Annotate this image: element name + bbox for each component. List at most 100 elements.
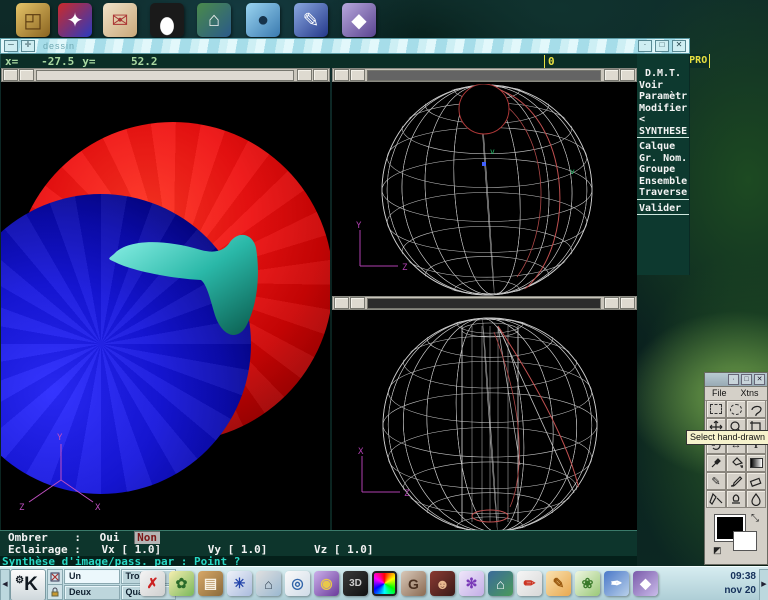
photo-portrait-icon[interactable]: ☻ bbox=[430, 571, 455, 596]
menu-item-param-tr[interactable]: Paramètr bbox=[637, 91, 689, 103]
gimp-wilber-icon[interactable]: G bbox=[401, 571, 426, 596]
tool-pencil[interactable]: ✎ bbox=[706, 472, 726, 490]
gimp-minimize-button[interactable]: · bbox=[728, 374, 739, 385]
minimize-button[interactable]: · bbox=[638, 40, 652, 52]
leaf-brush-icon[interactable]: ❀ bbox=[575, 571, 600, 596]
close-button[interactable]: ✕ bbox=[672, 40, 686, 52]
konqueror-wheel-icon[interactable]: ✳ bbox=[227, 571, 252, 596]
home-config-icon[interactable]: ⌂ bbox=[256, 571, 281, 596]
menu-item-ensemble[interactable]: Ensemble bbox=[637, 176, 689, 188]
package-box-icon[interactable]: ◰ bbox=[16, 3, 50, 37]
wireframe-side-viewport[interactable]: X Z bbox=[332, 310, 637, 530]
top-viewport-header[interactable] bbox=[332, 68, 637, 82]
file-cabinet-icon[interactable]: ▤ bbox=[198, 571, 223, 596]
coord-x-label: x= bbox=[5, 55, 18, 68]
find-files-icon[interactable]: ◎ bbox=[285, 571, 310, 596]
main-3d-viewport[interactable]: Y X Z bbox=[1, 82, 330, 530]
k-menu-button[interactable]: ⚙K bbox=[10, 569, 46, 600]
gimp-file-menu[interactable]: File bbox=[705, 387, 734, 400]
gimp-titlebar[interactable]: · □ ✕ bbox=[705, 373, 767, 387]
tool-airbrush[interactable] bbox=[706, 490, 726, 508]
bottom-viewport-header[interactable] bbox=[332, 296, 637, 310]
flower-sparkle-icon[interactable]: ✻ bbox=[459, 571, 484, 596]
vz-field[interactable]: Vz [ 1.0] bbox=[314, 543, 374, 556]
designer-pad-icon[interactable]: ◆ bbox=[342, 3, 376, 37]
gimp-xtns-menu[interactable]: Xtns bbox=[734, 387, 766, 400]
home-globe-icon[interactable]: ⌂ bbox=[197, 3, 231, 37]
maximize-button[interactable]: □ bbox=[655, 40, 669, 52]
menu-item-groupe[interactable]: Groupe bbox=[637, 164, 689, 176]
desktop-palm-icon[interactable]: ✿ bbox=[169, 571, 194, 596]
mail-stamps-icon[interactable]: ✉ bbox=[103, 3, 137, 37]
viewport-title-strip[interactable] bbox=[367, 70, 601, 81]
panel-hide-right-arrow[interactable]: ▶ bbox=[759, 569, 768, 600]
viewport-button-r[interactable] bbox=[350, 297, 365, 309]
shade-button[interactable]: ─ bbox=[4, 40, 18, 52]
menu-item-calque[interactable]: Calque bbox=[637, 141, 689, 153]
pin-button[interactable]: ✛ bbox=[21, 40, 35, 52]
color-grid-icon[interactable] bbox=[372, 571, 397, 596]
tool-clone[interactable] bbox=[726, 490, 746, 508]
pager-desktop-deux[interactable]: Deux bbox=[64, 585, 120, 600]
tool-color-picker[interactable] bbox=[706, 454, 726, 472]
menu-item-d-m-t[interactable]: D.M.T. bbox=[637, 68, 689, 80]
coordinate-bar: x= -27.5 y= 52.2 0 bbox=[0, 54, 690, 68]
viewport-button-a[interactable] bbox=[334, 297, 349, 309]
blue-ant-icon[interactable]: ● bbox=[246, 3, 280, 37]
viewport-button-a[interactable] bbox=[3, 69, 18, 81]
orange-pencil-icon[interactable]: ✎ bbox=[546, 571, 571, 596]
tool-tooltip: Select hand-drawn regions bbox=[686, 430, 768, 445]
molecule-icon[interactable]: ◉ bbox=[314, 571, 339, 596]
main-axis-z-label: Z bbox=[19, 503, 25, 513]
viewport-button-a[interactable] bbox=[334, 69, 349, 81]
panel-hide-left-arrow[interactable]: ◀ bbox=[0, 569, 10, 600]
tool-rect-select[interactable] bbox=[706, 400, 726, 418]
lock-screen-button[interactable] bbox=[47, 584, 63, 600]
tool-paintbrush[interactable] bbox=[726, 472, 746, 490]
tool-bucket-fill[interactable] bbox=[726, 454, 746, 472]
tool-lasso[interactable] bbox=[746, 400, 766, 418]
menu-item-synthese[interactable]: SYNTHESE bbox=[637, 126, 689, 139]
gimp-close-button[interactable]: ✕ bbox=[754, 374, 765, 385]
3d-skull-icon[interactable]: 3D bbox=[343, 571, 368, 596]
menu-item-voir[interactable]: Voir bbox=[637, 80, 689, 92]
house-globe-icon[interactable]: ⌂ bbox=[488, 571, 513, 596]
menu-item-modifier[interactable]: Modifier bbox=[637, 103, 689, 115]
diamond-pen-icon[interactable]: ◆ bbox=[633, 571, 658, 596]
default-colors-icon[interactable]: ◩ bbox=[713, 545, 722, 556]
pen-rocket-icon[interactable]: ✎ bbox=[294, 3, 328, 37]
menu-item-[interactable]: < bbox=[637, 114, 689, 126]
panel-clock[interactable]: 09:38 nov 20 bbox=[724, 570, 756, 598]
viewport-button-u[interactable] bbox=[604, 297, 619, 309]
browser-close-icon[interactable]: ✗ bbox=[140, 571, 165, 596]
globe-pen-icon[interactable]: ✒ bbox=[604, 571, 629, 596]
background-color-swatch[interactable] bbox=[733, 531, 757, 551]
afterstep-logo-icon[interactable]: ✦ bbox=[58, 3, 92, 37]
tool-eraser[interactable] bbox=[746, 472, 766, 490]
viewport-button-u[interactable] bbox=[297, 69, 312, 81]
red-pencil-icon[interactable]: ✏ bbox=[517, 571, 542, 596]
viewport-button-u[interactable] bbox=[604, 69, 619, 81]
tool-blur[interactable] bbox=[746, 490, 766, 508]
svg-text:v: v bbox=[490, 147, 495, 156]
gimp-maximize-button[interactable]: □ bbox=[741, 374, 752, 385]
viewport-button-o[interactable] bbox=[313, 69, 328, 81]
swap-colors-icon[interactable]: ⤡ bbox=[751, 513, 759, 524]
viewport-button-r[interactable] bbox=[350, 69, 365, 81]
main-viewport-header[interactable] bbox=[1, 68, 330, 82]
wireframe-front-viewport[interactable]: vv Y Z bbox=[332, 82, 637, 296]
menu-item-gr-nom[interactable]: Gr. Nom. bbox=[637, 153, 689, 165]
menu-item-traverse[interactable]: Traverse bbox=[637, 187, 689, 200]
tool-blend[interactable] bbox=[746, 454, 766, 472]
viewport-title-strip[interactable] bbox=[36, 70, 294, 81]
viewport-title-strip[interactable] bbox=[367, 298, 601, 309]
menu-item-valider[interactable]: Valider bbox=[637, 203, 689, 216]
linux-penguin-icon[interactable] bbox=[150, 3, 184, 37]
tool-ellipse-select[interactable] bbox=[726, 400, 746, 418]
viewport-button-o[interactable] bbox=[620, 297, 635, 309]
viewport-button-o[interactable] bbox=[620, 69, 635, 81]
show-desktop-button[interactable] bbox=[47, 569, 63, 585]
viewport-button-r[interactable] bbox=[19, 69, 34, 81]
pager-desktop-un[interactable]: Un bbox=[64, 569, 120, 584]
window-titlebar[interactable]: ─ ✛ dessin · □ ✕ bbox=[0, 38, 690, 54]
